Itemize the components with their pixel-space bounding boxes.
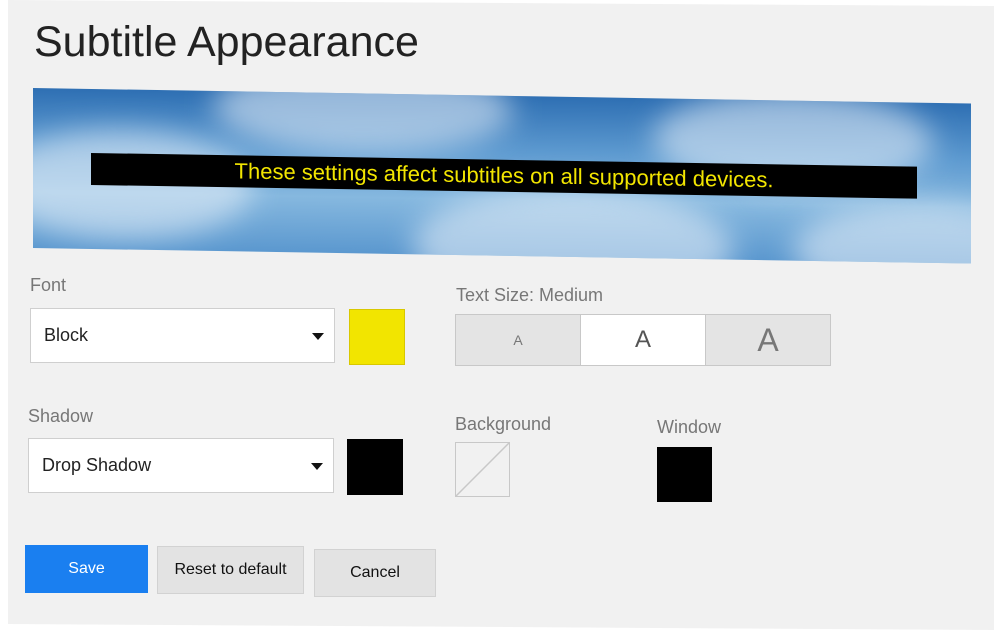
background-color-swatch[interactable] — [455, 442, 510, 497]
text-size-small-button[interactable]: A — [456, 315, 581, 365]
text-size-medium-button[interactable]: A — [581, 315, 706, 365]
subtitle-preview-text: These settings affect subtitles on all s… — [234, 158, 774, 193]
preview-cloud — [413, 184, 733, 264]
window-color-swatch[interactable] — [657, 447, 712, 502]
preview-cloud — [213, 88, 513, 156]
shadow-color-swatch[interactable] — [347, 439, 403, 495]
window-label: Window — [657, 417, 722, 437]
font-label: Font — [30, 275, 67, 295]
chevron-down-icon — [311, 462, 323, 470]
shadow-select-value: Drop Shadow — [42, 455, 152, 475]
save-button[interactable]: Save — [25, 545, 148, 593]
shadow-label: Shadow — [28, 406, 94, 426]
text-size-label: Text Size: Medium — [456, 285, 604, 305]
shadow-select[interactable]: Drop Shadow — [28, 438, 334, 493]
no-color-icon — [455, 442, 510, 497]
text-size-large-button[interactable]: A — [706, 315, 830, 365]
preview-cloud — [793, 200, 971, 264]
subtitle-preview: These settings affect subtitles on all s… — [33, 88, 971, 264]
page-title: Subtitle Appearance — [34, 18, 419, 66]
background-label: Background — [455, 414, 552, 434]
chevron-down-icon — [312, 332, 324, 340]
font-select[interactable]: Block — [30, 308, 335, 363]
cancel-button[interactable]: Cancel — [314, 549, 436, 597]
font-color-swatch[interactable] — [349, 309, 405, 365]
reset-to-default-button[interactable]: Reset to default — [157, 546, 304, 594]
text-size-selector: A A A — [455, 314, 831, 366]
font-select-value: Block — [44, 325, 89, 345]
